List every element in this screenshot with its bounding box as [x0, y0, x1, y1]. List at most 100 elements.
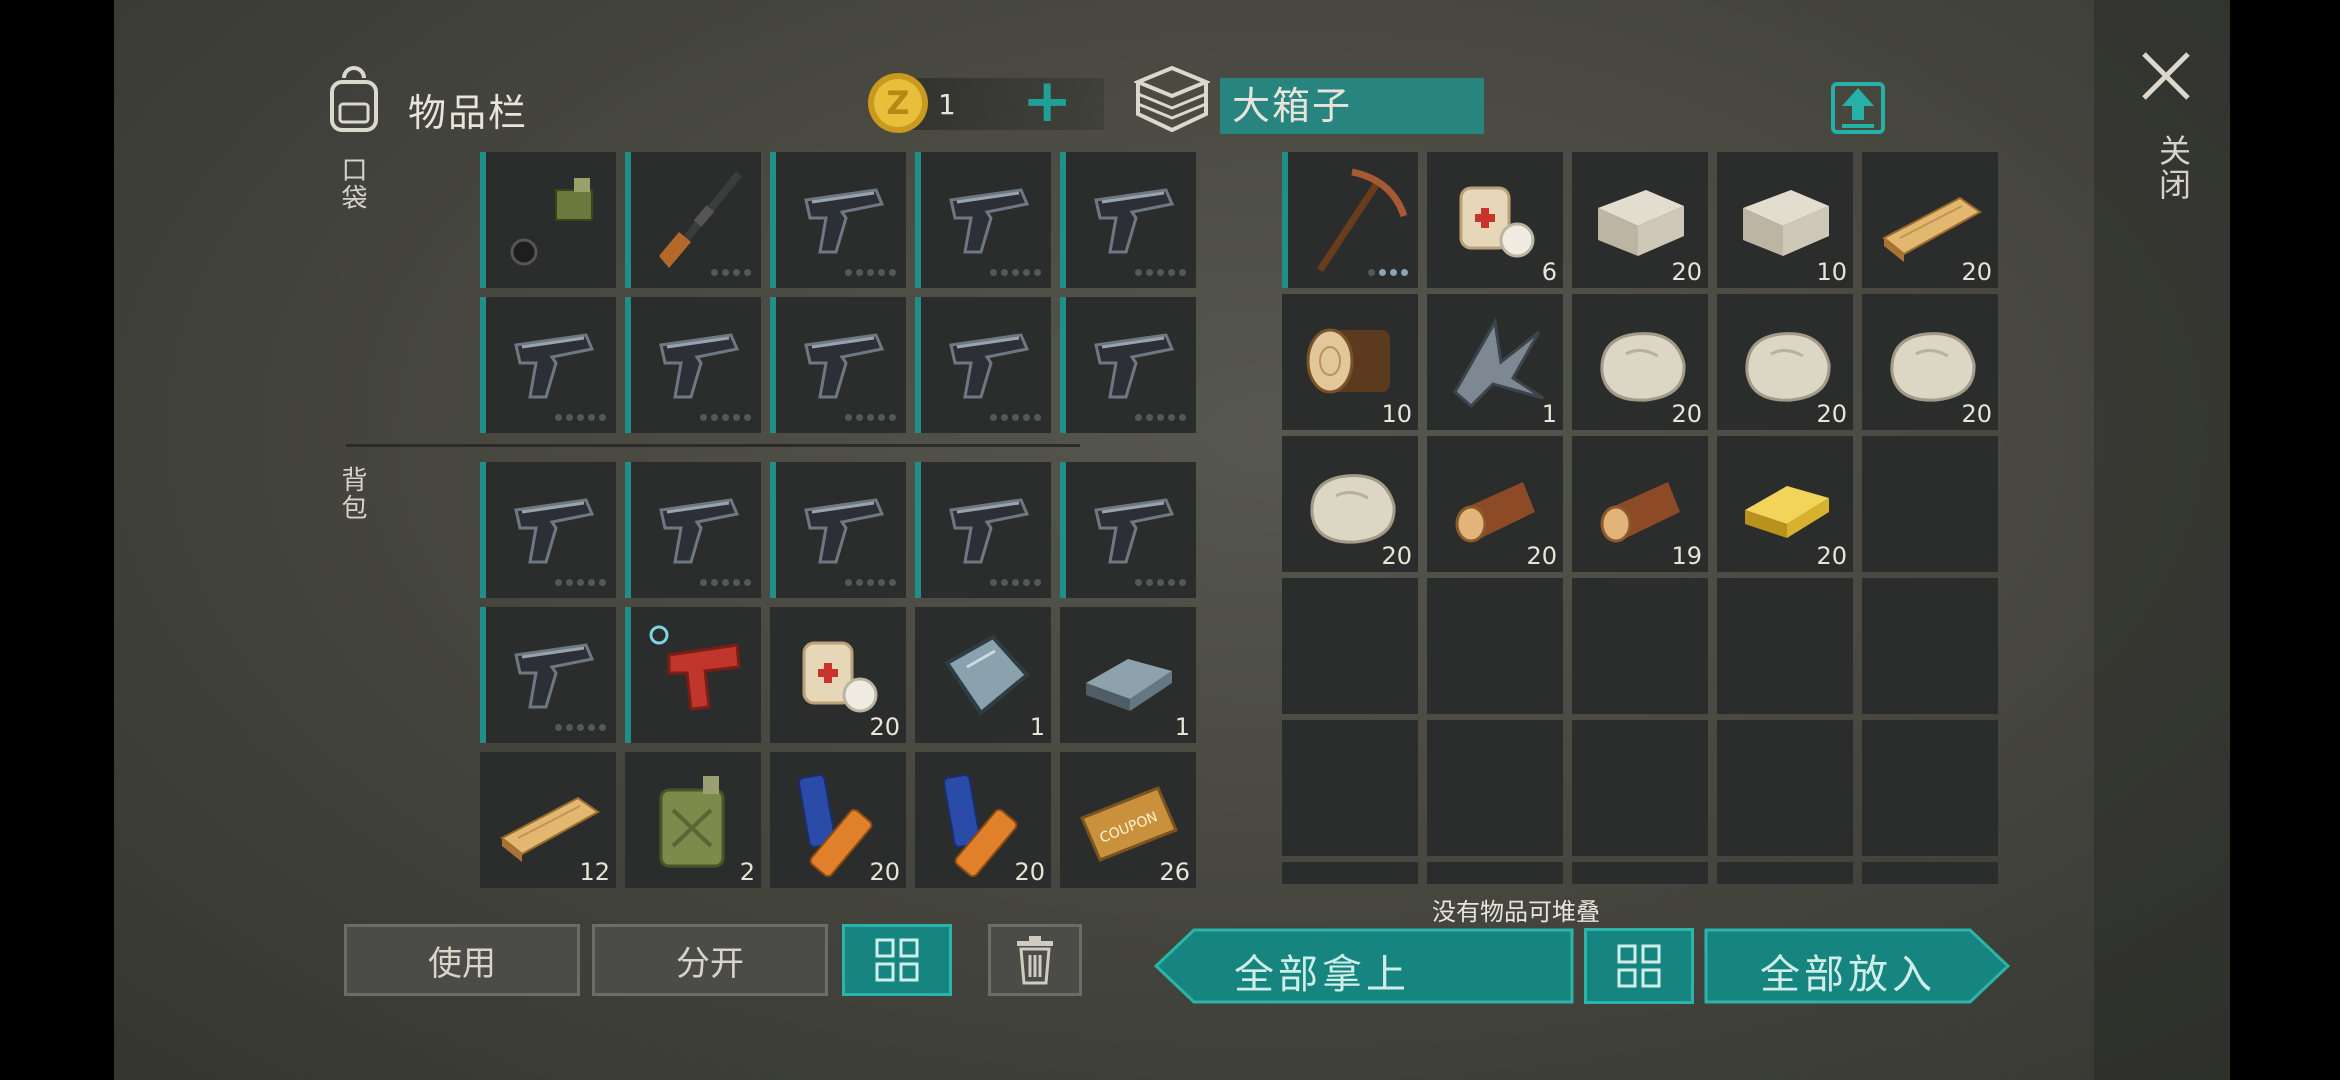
item-count: 20 — [1526, 542, 1557, 570]
grid-icon — [1617, 944, 1661, 988]
inventory-slot[interactable] — [1427, 720, 1563, 856]
inventory-slot[interactable] — [1862, 862, 1998, 884]
inventory-slot[interactable] — [770, 152, 906, 288]
inventory-slot[interactable] — [915, 297, 1051, 433]
inventory-slot[interactable]: 1 — [915, 607, 1051, 743]
inventory-slot[interactable] — [1862, 720, 1998, 856]
inventory-slot[interactable] — [625, 462, 761, 598]
pistol-icon — [659, 498, 740, 564]
inventory-slot[interactable] — [1060, 152, 1196, 288]
inventory-slot[interactable]: 10 — [1717, 152, 1853, 288]
game-screen: 物品栏 Z 1 + 口袋 背包 20 1 1 12 2 20 20 COUPON 26 使用 分… — [114, 0, 2230, 1080]
pistol-icon — [804, 498, 885, 564]
inventory-slot[interactable]: 20 — [1427, 436, 1563, 572]
inventory-slot[interactable] — [770, 297, 906, 433]
inventory-slot[interactable] — [480, 297, 616, 433]
trash-button[interactable] — [988, 924, 1082, 996]
inventory-slot[interactable]: 20 — [1717, 436, 1853, 572]
pistol-icon — [1094, 498, 1175, 564]
inventory-slot[interactable] — [1060, 462, 1196, 598]
item-count: 20 — [1961, 400, 1992, 428]
item-count: 20 — [1014, 858, 1045, 886]
inventory-slot[interactable] — [1282, 578, 1418, 714]
inventory-slot[interactable]: 20 — [1572, 294, 1708, 430]
item-count: 20 — [1671, 258, 1702, 286]
inventory-slot[interactable] — [1572, 862, 1708, 884]
inventory-slot[interactable]: 20 — [1862, 294, 1998, 430]
inventory-slot[interactable]: 2 — [625, 752, 761, 888]
inventory-slot[interactable] — [1060, 297, 1196, 433]
inventory-slot[interactable]: 1 — [1427, 294, 1563, 430]
flamethrower-icon — [510, 178, 593, 266]
inventory-slot[interactable]: 6 — [1427, 152, 1563, 288]
pistol-icon — [659, 333, 740, 399]
inventory-slot[interactable] — [770, 462, 906, 598]
upload-button[interactable] — [1830, 78, 1886, 136]
split-button[interactable]: 分开 — [592, 924, 828, 996]
inventory-slot[interactable] — [1427, 578, 1563, 714]
coin-bar — [904, 78, 1104, 130]
inventory-slot[interactable]: 20 — [1572, 152, 1708, 288]
inventory-slot[interactable]: 10 — [1282, 294, 1418, 430]
durability-dots — [845, 414, 896, 421]
use-button[interactable]: 使用 — [344, 924, 580, 996]
durability-dots — [555, 724, 606, 731]
item-count: 20 — [1671, 400, 1702, 428]
inventory-slot[interactable] — [1862, 578, 1998, 714]
close-label[interactable]: 关闭 — [2150, 134, 2196, 202]
inventory-slot[interactable] — [1572, 720, 1708, 856]
stack-status-text: 没有物品可堆叠 — [1432, 898, 1600, 926]
durability-dots — [1135, 269, 1186, 276]
durability-dots — [555, 414, 606, 421]
inventory-slot[interactable] — [480, 152, 616, 288]
item-count: 20 — [869, 858, 900, 886]
inventory-slot[interactable]: 1 — [1060, 607, 1196, 743]
jerrycan-icon — [659, 776, 725, 868]
inventory-slot[interactable] — [1282, 862, 1418, 884]
add-coins-button[interactable]: + — [1022, 66, 1072, 136]
close-icon[interactable] — [2140, 50, 2192, 102]
inventory-slot[interactable] — [480, 607, 616, 743]
put-all-label: 全部放入 — [1760, 952, 1936, 998]
item-count: 20 — [869, 713, 900, 741]
inventory-slot[interactable] — [625, 297, 761, 433]
item-count: 19 — [1671, 542, 1702, 570]
item-count: 1 — [1174, 713, 1190, 741]
inventory-slot[interactable]: 12 — [480, 752, 616, 888]
inventory-slot[interactable]: 20 — [770, 752, 906, 888]
inventory-slot[interactable] — [1717, 578, 1853, 714]
inventory-slot[interactable] — [625, 607, 761, 743]
inventory-slot[interactable] — [1282, 720, 1418, 856]
inventory-slot[interactable] — [1862, 436, 1998, 572]
pistol-icon — [1094, 333, 1175, 399]
inventory-slot[interactable]: 20 — [1717, 294, 1853, 430]
durability-dots — [1368, 269, 1408, 276]
inventory-slot[interactable]: 19 — [1572, 436, 1708, 572]
durability-dots — [845, 269, 896, 276]
inventory-slot[interactable] — [1282, 152, 1418, 288]
pistol-icon — [804, 333, 885, 399]
coin-count: 1 — [938, 88, 956, 121]
inventory-slot[interactable]: 20 — [770, 607, 906, 743]
inventory-slot[interactable]: 20 — [915, 752, 1051, 888]
inventory-slot[interactable] — [915, 152, 1051, 288]
inventory-slot[interactable]: COUPON 26 — [1060, 752, 1196, 888]
inventory-slot[interactable] — [625, 152, 761, 288]
pistol-icon — [949, 498, 1030, 564]
sort-box-button[interactable] — [1584, 928, 1694, 1004]
inventory-slot[interactable]: 20 — [1862, 152, 1998, 288]
inventory-slot[interactable] — [915, 462, 1051, 598]
item-count: 2 — [739, 858, 755, 886]
inventory-slot[interactable] — [480, 462, 616, 598]
inventory-slot[interactable] — [1717, 862, 1853, 884]
inventory-slot[interactable] — [1427, 862, 1563, 884]
box-icon — [1134, 65, 1210, 133]
iron-ingot-icon — [1086, 659, 1172, 711]
inventory-slot[interactable]: 20 — [1282, 436, 1418, 572]
durability-dots — [1135, 414, 1186, 421]
sort-inventory-button[interactable] — [842, 924, 952, 996]
inventory-slot[interactable] — [1572, 578, 1708, 714]
pistol-icon — [1094, 188, 1175, 254]
backpack-icon — [330, 66, 378, 132]
inventory-slot[interactable] — [1717, 720, 1853, 856]
